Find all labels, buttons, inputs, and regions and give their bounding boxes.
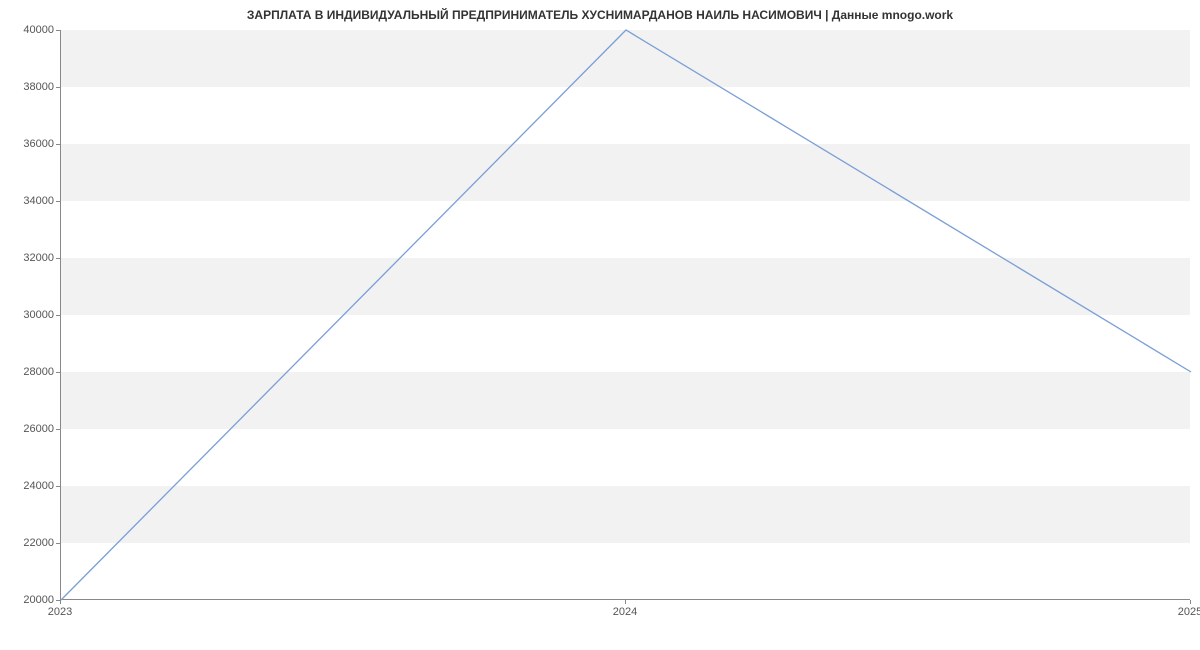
x-tick-label: 2023 <box>48 606 72 618</box>
y-tick-mark <box>56 144 60 145</box>
y-tick-label: 22000 <box>6 537 54 549</box>
y-tick-mark <box>56 87 60 88</box>
y-tick-label: 38000 <box>6 81 54 93</box>
y-tick-mark <box>56 372 60 373</box>
y-tick-label: 32000 <box>6 252 54 264</box>
y-tick-label: 28000 <box>6 366 54 378</box>
y-tick-label: 24000 <box>6 480 54 492</box>
y-tick-mark <box>56 486 60 487</box>
y-tick-mark <box>56 543 60 544</box>
y-tick-label: 40000 <box>6 24 54 36</box>
y-tick-mark <box>56 201 60 202</box>
y-tick-label: 34000 <box>6 195 54 207</box>
data-line <box>61 30 1191 600</box>
y-tick-mark <box>56 30 60 31</box>
y-tick-label: 20000 <box>6 594 54 606</box>
y-tick-mark <box>56 258 60 259</box>
chart-title: ЗАРПЛАТА В ИНДИВИДУАЛЬНЫЙ ПРЕДПРИНИМАТЕЛ… <box>0 0 1200 26</box>
y-tick-label: 36000 <box>6 138 54 150</box>
chart: ЗАРПЛАТА В ИНДИВИДУАЛЬНЫЙ ПРЕДПРИНИМАТЕЛ… <box>0 0 1200 650</box>
y-tick-label: 30000 <box>6 309 54 321</box>
x-tick-mark <box>1190 600 1191 604</box>
line-path-svg <box>61 30 1190 599</box>
y-tick-mark <box>56 429 60 430</box>
plot-area <box>60 30 1190 600</box>
x-tick-label: 2024 <box>613 606 637 618</box>
x-tick-mark <box>60 600 61 604</box>
y-tick-label: 26000 <box>6 423 54 435</box>
x-tick-label: 2025 <box>1178 606 1200 618</box>
x-tick-mark <box>625 600 626 604</box>
y-tick-mark <box>56 315 60 316</box>
